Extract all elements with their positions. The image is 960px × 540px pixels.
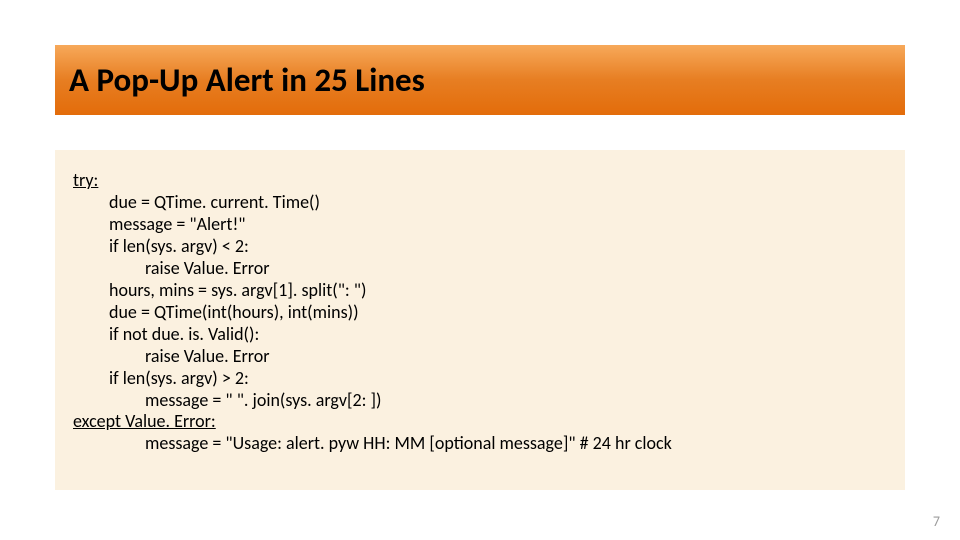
- code-line: raise Value. Error: [145, 346, 887, 368]
- code-line: message = " ". join(sys. argv[2: ]): [145, 390, 887, 412]
- code-line: if not due. is. Valid():: [109, 324, 887, 346]
- slide-title: A Pop-Up Alert in 25 Lines: [69, 60, 425, 100]
- code-line: due = QTime(int(hours), int(mins)): [109, 302, 887, 324]
- code-line: message = "Alert!": [109, 214, 887, 236]
- title-bar: A Pop-Up Alert in 25 Lines: [55, 45, 905, 115]
- code-line: message = "Usage: alert. pyw HH: MM [opt…: [145, 433, 887, 455]
- page-number: 7: [933, 513, 940, 530]
- code-except: except Value. Error:: [73, 411, 887, 433]
- code-line: hours, mins = sys. argv[1]. split(": "): [109, 280, 887, 302]
- code-try: try:: [73, 170, 887, 192]
- code-line: raise Value. Error: [145, 258, 887, 280]
- slide: A Pop-Up Alert in 25 Lines try: due = QT…: [0, 0, 960, 540]
- code-line: due = QTime. current. Time(): [109, 192, 887, 214]
- code-line: if len(sys. argv) < 2:: [109, 236, 887, 258]
- code-block: try: due = QTime. current. Time() messag…: [55, 150, 905, 490]
- code-line: if len(sys. argv) > 2:: [109, 368, 887, 390]
